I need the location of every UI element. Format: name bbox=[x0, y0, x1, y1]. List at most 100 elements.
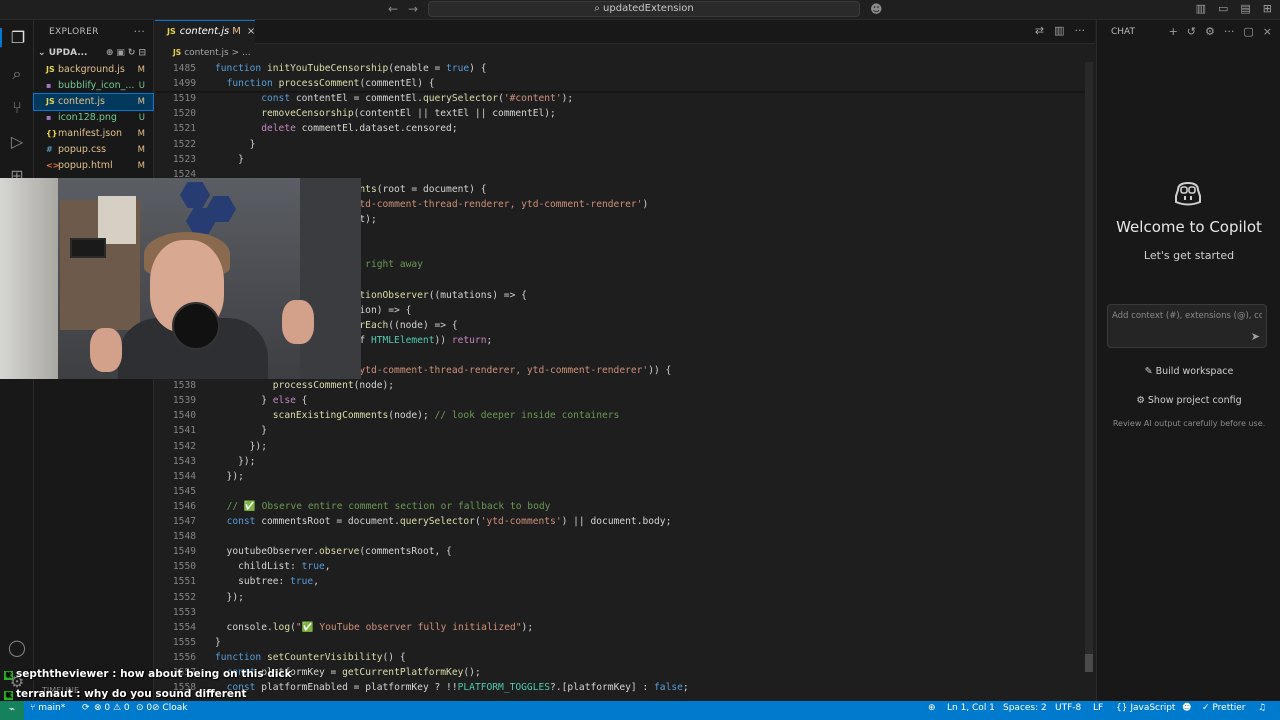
breadcrumb: JS content.js > ... bbox=[155, 44, 1095, 61]
sticky-code-line[interactable]: 1499 function processComment(commentEl) … bbox=[155, 76, 1085, 92]
source-control-icon[interactable]: ⑂ bbox=[0, 98, 34, 117]
problems-indicator[interactable]: ⊗ 0 ⚠ 0 bbox=[94, 701, 130, 716]
line-number: 1553 bbox=[172, 606, 196, 618]
close-icon[interactable]: × bbox=[247, 26, 255, 37]
language-mode[interactable]: {} JavaScript bbox=[1116, 701, 1175, 716]
more-actions-icon[interactable]: ··· bbox=[1224, 20, 1235, 44]
code-line[interactable]: 1548 bbox=[155, 529, 1085, 544]
forward-arrow-icon[interactable]: → bbox=[408, 2, 418, 16]
show-project-config-button[interactable]: ⚙ Show project config bbox=[1097, 395, 1280, 406]
sync-icon[interactable]: ⟳ bbox=[82, 701, 90, 716]
sticky-code-line[interactable]: 1485 function initYouTubeCensorship(enabl… bbox=[155, 61, 1085, 76]
file-item[interactable]: <>popup.html M bbox=[34, 158, 153, 174]
code-line[interactable]: 1539 } else { bbox=[155, 393, 1085, 408]
remote-indicator-icon[interactable]: ⌁ bbox=[0, 701, 24, 720]
toggle-panel-icon[interactable]: ▭ bbox=[1218, 2, 1228, 15]
code-line[interactable]: 1554 console.log("✅ YouTube observer ful… bbox=[155, 620, 1085, 635]
open-changes-icon[interactable]: ⇄ bbox=[1035, 24, 1044, 37]
scrollbar-thumb[interactable] bbox=[1085, 654, 1093, 672]
code-line[interactable]: 1542 }); bbox=[155, 439, 1085, 454]
tab-content-js[interactable]: JS content.js M × bbox=[155, 20, 255, 44]
code-line[interactable]: 1551 subtree: true, bbox=[155, 574, 1085, 589]
code-line[interactable]: 1538 processComment(node); bbox=[155, 378, 1085, 393]
split-editor-icon[interactable]: ▥ bbox=[1054, 24, 1064, 37]
code-line[interactable]: 1557 const platformKey = getCurrentPlatf… bbox=[155, 665, 1085, 680]
new-folder-icon[interactable]: ▣ bbox=[116, 48, 128, 58]
code-line[interactable]: 1558 const platformEnabled = platformKey… bbox=[155, 680, 1085, 695]
indentation[interactable]: Spaces: 2 bbox=[1003, 701, 1047, 716]
cloak-indicator[interactable]: ⊘ Cloak bbox=[152, 701, 187, 716]
send-icon[interactable]: ➤ bbox=[1251, 330, 1260, 343]
file-item[interactable]: ▪ bubblify_icon_... U bbox=[34, 78, 153, 94]
file-item[interactable]: JS content.js M bbox=[33, 93, 154, 111]
customize-layout-icon[interactable]: ⊞ bbox=[1263, 2, 1272, 15]
file-item[interactable]: ▪ icon128.png U bbox=[34, 110, 153, 126]
search-icon[interactable]: ⌕ bbox=[0, 64, 34, 84]
history-icon[interactable]: ↺ bbox=[1187, 20, 1196, 44]
code-line[interactable]: 1550 childList: true, bbox=[155, 559, 1085, 574]
code-line[interactable]: 1544 }); bbox=[155, 469, 1085, 484]
back-arrow-icon[interactable]: ← bbox=[388, 2, 398, 16]
chat-input-box[interactable]: ➤ bbox=[1107, 304, 1267, 348]
workspace-folder[interactable]: ⌄ UPDA... ⊕▣↻⊟ bbox=[34, 44, 153, 62]
webcam-hand bbox=[90, 328, 122, 372]
toggle-primary-sidebar-icon[interactable]: ▥ bbox=[1196, 2, 1206, 15]
zoom-icon[interactable]: ⊕ bbox=[928, 701, 936, 716]
tab-label: content.js bbox=[179, 26, 230, 37]
toggle-secondary-sidebar-icon[interactable]: ▤ bbox=[1240, 2, 1250, 15]
code-line[interactable]: 1543 }); bbox=[155, 454, 1085, 469]
code-line[interactable]: 1540 scanExistingComments(node); // look… bbox=[155, 408, 1085, 423]
code-line[interactable]: 1522 } bbox=[155, 137, 1085, 152]
file-item[interactable]: {}manifest.json M bbox=[34, 126, 153, 142]
end-of-line[interactable]: LF bbox=[1093, 701, 1103, 716]
code-line[interactable]: 1521 delete commentEl.dataset.censored; bbox=[155, 121, 1085, 136]
code-line[interactable]: 1523 } bbox=[155, 152, 1085, 167]
copilot-menu-icon[interactable]: ☻ bbox=[870, 2, 883, 16]
vertical-scrollbar[interactable] bbox=[1085, 62, 1093, 672]
line-number: 1555 bbox=[172, 636, 196, 648]
refresh-icon[interactable]: ↻ bbox=[128, 48, 139, 58]
cursor-position[interactable]: Ln 1, Col 1 bbox=[947, 701, 995, 716]
collapse-all-icon[interactable]: ⊟ bbox=[138, 48, 149, 58]
command-center-search[interactable]: ⌕ updatedExtension bbox=[428, 1, 860, 17]
chat-badge-icon: K bbox=[4, 671, 13, 680]
code-line[interactable]: 1553 bbox=[155, 605, 1085, 620]
line-text: }); bbox=[215, 455, 256, 467]
new-file-icon[interactable]: ⊕ bbox=[106, 48, 117, 58]
modified-badge: M bbox=[232, 26, 241, 37]
explorer-icon[interactable]: ❐ bbox=[0, 28, 34, 47]
notifications-bell-icon[interactable]: ♫ bbox=[1258, 701, 1266, 716]
file-item[interactable]: # popup.css M bbox=[34, 142, 153, 158]
code-line[interactable]: 1555} bbox=[155, 635, 1085, 650]
prettier-status[interactable]: ✓ Prettier bbox=[1202, 701, 1246, 716]
maximize-icon[interactable]: ▢ bbox=[1243, 20, 1253, 44]
account-icon[interactable]: ◯ bbox=[0, 638, 34, 657]
branch-indicator[interactable]: ⑂ main* bbox=[30, 701, 65, 716]
code-line[interactable]: 1547 const commentsRoot = document.query… bbox=[155, 514, 1085, 529]
encoding[interactable]: UTF-8 bbox=[1055, 701, 1081, 716]
line-number: 1499 bbox=[172, 78, 196, 90]
line-number: 1547 bbox=[172, 516, 196, 527]
settings-gear-icon[interactable]: ⚙ bbox=[1205, 20, 1215, 44]
gear-icon: ⚙ bbox=[1136, 395, 1148, 406]
more-actions-icon[interactable]: ··· bbox=[1075, 24, 1086, 37]
code-line[interactable]: 1545 bbox=[155, 484, 1085, 499]
line-number: 1549 bbox=[172, 546, 196, 558]
chat-input[interactable] bbox=[1112, 311, 1262, 321]
code-line[interactable]: 1549 youtubeObserver.observe(commentsRoo… bbox=[155, 544, 1085, 559]
more-actions-icon[interactable]: ··· bbox=[134, 20, 145, 44]
code-line[interactable]: 1556 function setCounterVisibility() { bbox=[155, 650, 1085, 665]
code-line[interactable]: 1541 } bbox=[155, 423, 1085, 438]
ports-indicator[interactable]: ⊙ 0 bbox=[136, 701, 152, 716]
new-chat-icon[interactable]: + bbox=[1169, 20, 1178, 44]
code-line[interactable]: 1520 removeCensorship(contentEl || textE… bbox=[155, 106, 1085, 121]
breadcrumb-file[interactable]: content.js bbox=[184, 48, 229, 58]
run-debug-icon[interactable]: ▷ bbox=[0, 132, 34, 151]
code-line[interactable]: 1546 // ✅ Observe entire comment section… bbox=[155, 499, 1085, 514]
file-item[interactable]: JS background.js M bbox=[34, 62, 153, 78]
copilot-status-icon[interactable]: ☻ bbox=[1182, 701, 1191, 716]
build-workspace-button[interactable]: ✎ Build workspace bbox=[1097, 366, 1280, 377]
close-icon[interactable]: × bbox=[1263, 20, 1272, 44]
breadcrumb-symbol[interactable]: ... bbox=[242, 48, 251, 58]
code-line[interactable]: 1552 }); bbox=[155, 590, 1085, 605]
